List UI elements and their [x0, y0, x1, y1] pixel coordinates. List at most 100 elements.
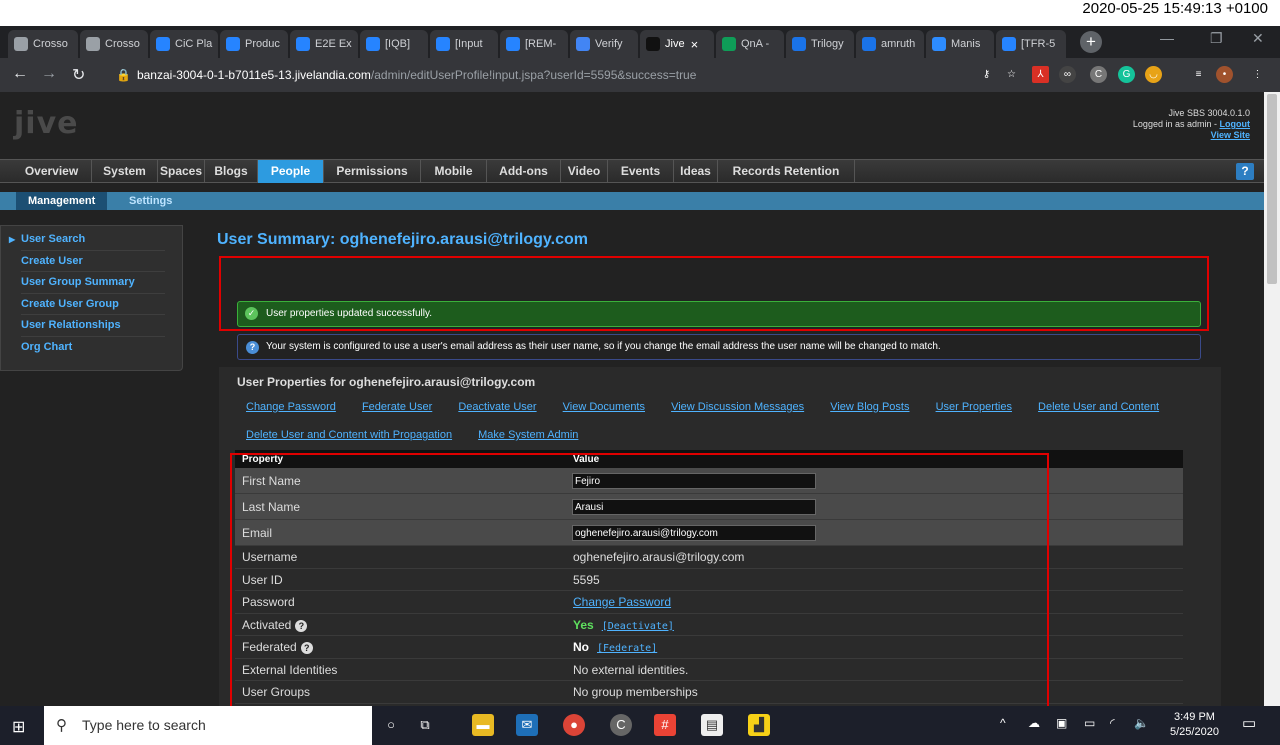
browser-tab[interactable]: [REM- [500, 30, 568, 58]
sidebar-item-create-user[interactable]: Create User [21, 251, 165, 272]
action-link-view-discussion-messages[interactable]: View Discussion Messages [671, 401, 804, 413]
minimize-icon[interactable]: — [1160, 30, 1174, 46]
action-link-make-system-admin[interactable]: Make System Admin [478, 429, 578, 441]
action-link-view-documents[interactable]: View Documents [563, 401, 645, 413]
grammarly-icon[interactable]: G [1118, 66, 1135, 83]
glasses-extension-icon[interactable]: ∞ [1059, 66, 1076, 83]
cortana-icon[interactable]: ○ [380, 714, 402, 736]
nav-add-ons[interactable]: Add-ons [487, 160, 561, 183]
nav-permissions[interactable]: Permissions [324, 160, 421, 183]
browser-tab[interactable]: QnA - [716, 30, 784, 58]
mail-icon[interactable]: ✉ [516, 714, 538, 736]
pdf-extension-icon[interactable]: ⅄ [1032, 66, 1049, 83]
back-icon[interactable]: ← [12, 65, 28, 83]
tray-chevron-icon[interactable]: ^ [1000, 716, 1006, 730]
browser-tab-label: Crosso [105, 38, 140, 50]
browser-tab[interactable]: amruth [856, 30, 924, 58]
browser-tab[interactable]: Verify [570, 30, 638, 58]
c-extension-icon[interactable]: C [1090, 66, 1107, 83]
action-link-change-password[interactable]: Change Password [246, 401, 336, 413]
nav-blogs[interactable]: Blogs [205, 160, 258, 183]
clipboard-icon[interactable]: ▤ [701, 714, 723, 736]
task-view-icon[interactable]: ⧉ [414, 714, 436, 736]
taskbar-search[interactable]: ⚲ Type here to search [44, 706, 372, 745]
volume-icon[interactable]: 🔈 [1134, 716, 1149, 730]
sidebar-item-user-group-summary[interactable]: User Group Summary [21, 272, 165, 294]
jira-icon [226, 37, 240, 51]
jira-diamond-icon [506, 37, 520, 51]
browser-tab[interactable]: [IQB] [360, 30, 428, 58]
notifications-icon[interactable]: ▭ [1242, 714, 1256, 732]
file-explorer-icon[interactable]: ▬ [472, 714, 494, 736]
chrome-canary-icon[interactable]: C [610, 714, 632, 736]
jive-admin-page: jive Jive SBS 3004.0.1.0 Logged in as ad… [0, 92, 1264, 706]
tab-settings[interactable]: Settings [117, 192, 184, 210]
people-tray-icon[interactable]: ☁ [1028, 716, 1040, 730]
browser-tab[interactable]: [TFR-5 [996, 30, 1066, 58]
clock-time: 3:49 PM [1173, 711, 1215, 723]
browser-tab-label: Crosso [33, 38, 68, 50]
action-link-view-blog-posts[interactable]: View Blog Posts [830, 401, 909, 413]
logout-link[interactable]: Logout [1220, 119, 1251, 129]
sidebar-item-create-user-group[interactable]: Create User Group [21, 294, 165, 315]
tab-management[interactable]: Management [16, 192, 108, 210]
view-site-link[interactable]: View Site [1211, 130, 1250, 140]
sidebar-item-org-chart[interactable]: Org Chart [21, 337, 165, 359]
nav-overview[interactable]: Overview [12, 160, 92, 183]
nav-records-retention[interactable]: Records Retention [718, 160, 855, 183]
jira-diamond-icon [366, 37, 380, 51]
action-link-federate-user[interactable]: Federate User [362, 401, 432, 413]
browser-tab[interactable]: Crosso [8, 30, 78, 58]
close-window-icon[interactable]: ✕ [1252, 30, 1264, 47]
windows-start-icon[interactable]: ⊞ [12, 717, 25, 737]
timestamp-strip: 2020-05-25 15:49:13 +0100 [0, 0, 1280, 26]
sticky-notes-icon[interactable]: ▟ [748, 714, 770, 736]
menu-icon[interactable]: ⋮ [1249, 66, 1266, 83]
browser-tab[interactable]: Crosso [80, 30, 148, 58]
vertical-scrollbar[interactable] [1264, 92, 1280, 706]
chrome-taskbar-icon[interactable]: ● [563, 714, 585, 736]
avatar[interactable]: • [1216, 66, 1233, 83]
action-link-delete-user-and-content[interactable]: Delete User and Content [1038, 401, 1159, 413]
browser-tab[interactable]: [Input [430, 30, 498, 58]
browser-tab-label: Trilogy [811, 38, 844, 50]
browser-tab[interactable]: Manis [926, 30, 994, 58]
action-link-delete-user-and-content-with-propagation[interactable]: Delete User and Content with Propagation [246, 429, 452, 441]
nav-people[interactable]: People [258, 160, 324, 183]
new-tab-button[interactable]: + [1080, 31, 1102, 53]
browser-tab[interactable]: E2E Ex [290, 30, 358, 58]
action-link-deactivate-user[interactable]: Deactivate User [458, 401, 536, 413]
browser-tab[interactable]: Trilogy [786, 30, 854, 58]
action-link-user-properties[interactable]: User Properties [936, 401, 1012, 413]
url-field[interactable]: 🔒 banzai-3004-0-1-b7011e5-13.jivelandia.c… [104, 63, 1004, 87]
sidebar-item-user-relationships[interactable]: User Relationships [21, 315, 165, 337]
browser-tab[interactable]: Produc [220, 30, 288, 58]
nav-system[interactable]: System [92, 160, 158, 183]
scroll-thumb[interactable] [1267, 94, 1277, 284]
battery-icon[interactable]: ▭ [1084, 716, 1095, 730]
maximize-icon[interactable]: ❐ [1210, 30, 1223, 47]
bowl-extension-icon[interactable]: ◡ [1145, 66, 1162, 83]
system-clock[interactable]: 3:49 PM 5/25/2020 [1170, 710, 1219, 740]
network-tray-icon[interactable]: ▣ [1056, 716, 1067, 730]
key-icon[interactable]: ⚷ [978, 66, 995, 83]
chrome-icon [86, 37, 100, 51]
star-icon[interactable]: ☆ [1003, 66, 1020, 83]
browser-tab[interactable]: CiC Pla [150, 30, 218, 58]
account-info: Jive SBS 3004.0.1.0 Logged in as admin -… [1133, 108, 1250, 141]
reading-list-icon[interactable]: ≡ [1190, 66, 1207, 83]
close-tab-icon[interactable]: × [691, 37, 699, 52]
forward-icon[interactable]: → [41, 65, 57, 83]
nav-mobile[interactable]: Mobile [421, 160, 487, 183]
wifi-icon[interactable]: ◜ [1110, 716, 1115, 730]
nav-video[interactable]: Video [561, 160, 608, 183]
browser-tab[interactable]: Jive × [640, 30, 714, 58]
nav-events[interactable]: Events [608, 160, 674, 183]
slack-icon[interactable]: # [654, 714, 676, 736]
help-button[interactable]: ? [1236, 163, 1254, 180]
reload-icon[interactable]: ↻ [72, 65, 85, 85]
nav-spaces[interactable]: Spaces [158, 160, 205, 183]
nav-ideas[interactable]: Ideas [674, 160, 718, 183]
plus-icon [722, 37, 736, 51]
sidebar-item-user-search[interactable]: ▶ User Search [9, 229, 165, 251]
